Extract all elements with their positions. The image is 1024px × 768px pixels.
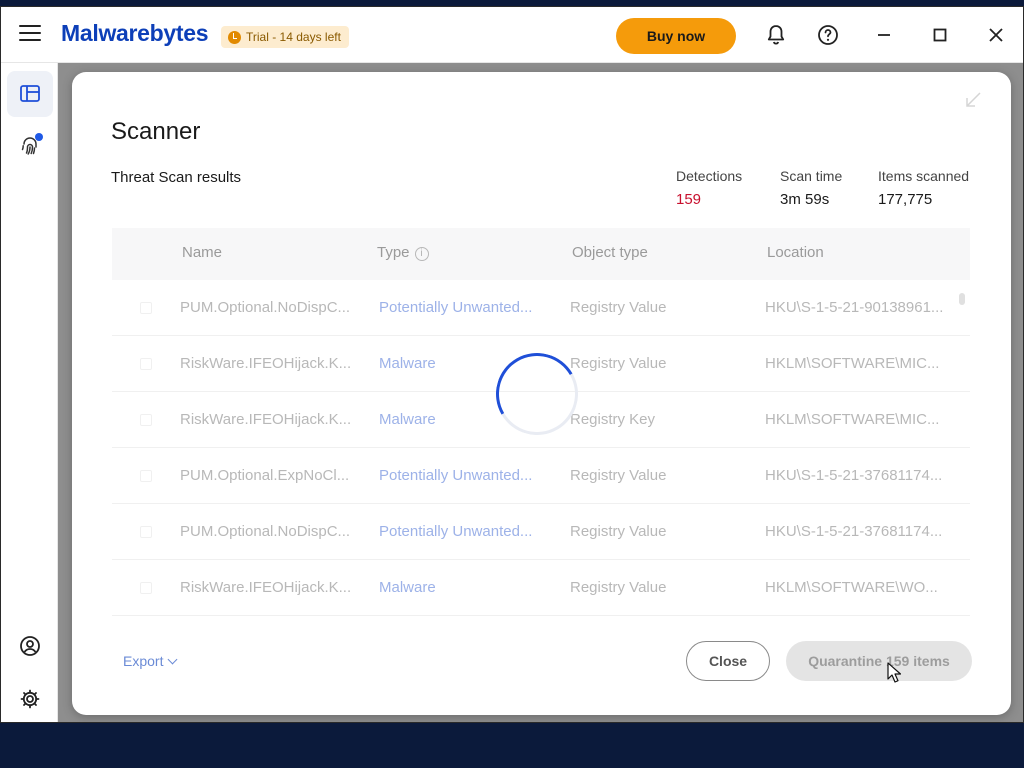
cell-location: HKLM\SOFTWARE\MIC... [765, 411, 940, 428]
cell-type: Malware [379, 411, 436, 428]
cell-object-type: Registry Value [570, 299, 667, 316]
column-type-label: Type [377, 244, 410, 261]
export-dropdown[interactable]: Export [123, 653, 178, 669]
column-type[interactable]: Type i [377, 244, 429, 261]
stat-items-scanned: Items scanned 177,775 [878, 168, 969, 208]
cell-name: RiskWare.IFEOHijack.K... [180, 355, 352, 372]
close-button[interactable]: Close [686, 641, 770, 681]
row-checkbox[interactable] [140, 414, 152, 426]
row-checkbox[interactable] [140, 470, 152, 482]
cell-name: PUM.Optional.ExpNoCl... [180, 467, 350, 484]
buy-now-button[interactable]: Buy now [616, 18, 736, 54]
maximize-icon[interactable] [928, 23, 952, 47]
info-icon[interactable]: i [414, 247, 429, 261]
export-label: Export [123, 653, 164, 669]
logo-text: Malwarebytes [61, 20, 209, 46]
trial-badge[interactable]: Trial - 14 days left [221, 26, 349, 48]
account-icon [20, 636, 40, 656]
cell-object-type: Registry Key [570, 411, 656, 428]
stat-scan-time-label: Scan time [780, 168, 843, 184]
cell-object-type: Registry Value [570, 523, 667, 540]
cell-location: HKU\S-1-5-21-90138961... [765, 299, 944, 316]
quarantine-button[interactable]: Quarantine 159 items [786, 641, 972, 681]
sidebar-item-settings[interactable] [7, 676, 53, 722]
cell-type: Potentially Unwanted... [379, 299, 533, 316]
table-row[interactable]: RiskWare.IFEOHijack.K... Malware Registry … [112, 560, 970, 616]
table-row[interactable]: PUM.Optional.NoDispC... Potentially Unwan… [112, 504, 970, 560]
menu-icon[interactable] [19, 25, 41, 43]
cell-type: Malware [379, 355, 436, 372]
mouse-cursor-icon [887, 662, 901, 683]
sidebar-item-detection[interactable] [7, 123, 53, 169]
sidebar [1, 63, 58, 722]
table-header: Name Type i Object type Location [112, 228, 970, 280]
stat-scan-time-value: 3m 59s [780, 191, 830, 208]
cell-name: RiskWare.IFEOHijack.K... [180, 411, 352, 428]
dialog-title: Scanner [111, 118, 201, 145]
table-row[interactable]: PUM.Optional.NoDispC... Potentially Unwan… [112, 280, 970, 336]
cell-object-type: Registry Value [570, 355, 667, 372]
bell-icon[interactable] [764, 23, 788, 47]
cell-name: PUM.Optional.NoDispC... [180, 523, 351, 540]
cell-type: Potentially Unwanted... [379, 467, 533, 484]
column-location[interactable]: Location [767, 244, 824, 261]
cell-type: Malware [379, 579, 436, 596]
table-body: PUM.Optional.NoDispC... Potentially Unwan… [112, 280, 970, 616]
cell-object-type: Registry Value [570, 467, 667, 484]
stat-items-scanned-value: 177,775 [878, 191, 933, 208]
gear-icon [20, 689, 40, 709]
cell-object-type: Registry Value [570, 579, 667, 596]
app-window: Malwarebytes Trial - 14 days left Buy no… [0, 6, 1024, 723]
table-scrollbar[interactable] [959, 293, 965, 305]
stat-detections: Detections 159 [676, 168, 742, 208]
cell-name: PUM.Optional.NoDispC... [180, 299, 351, 316]
title-bar: Malwarebytes Trial - 14 days left Buy no… [1, 7, 1023, 63]
sidebar-item-dashboard[interactable] [7, 71, 53, 117]
table-row[interactable]: PUM.Optional.ExpNoCl... Potentially Unwan… [112, 448, 970, 504]
dialog-subtitle: Threat Scan results [111, 169, 242, 186]
scanner-dialog: Scanner Threat Scan results Detections 1… [72, 72, 1011, 715]
column-name[interactable]: Name [182, 244, 222, 261]
cell-location: HKLM\SOFTWARE\WO... [765, 579, 938, 596]
stat-detections-value: 159 [676, 191, 702, 208]
cell-type: Potentially Unwanted... [379, 523, 533, 540]
minimize-icon[interactable] [872, 23, 896, 47]
sidebar-item-account[interactable] [7, 623, 53, 669]
cell-location: HKLM\SOFTWARE\MIC... [765, 355, 940, 372]
cell-location: HKU\S-1-5-21-37681174... [765, 467, 943, 484]
help-icon[interactable] [816, 23, 840, 47]
column-object-type[interactable]: Object type [572, 244, 648, 261]
dashboard-icon [20, 85, 40, 102]
row-checkbox[interactable] [140, 526, 152, 538]
row-checkbox[interactable] [140, 582, 152, 594]
clock-icon [228, 30, 241, 44]
stat-detections-label: Detections [676, 168, 743, 184]
close-icon[interactable] [984, 23, 1008, 47]
row-checkbox[interactable] [140, 302, 152, 314]
trial-badge-label: Trial - 14 days left [246, 30, 341, 44]
app-logo: Malwarebytes [61, 20, 209, 47]
row-checkbox[interactable] [140, 358, 152, 370]
notification-dot [35, 133, 43, 141]
collapse-icon[interactable] [963, 90, 983, 110]
stat-scan-time: Scan time 3m 59s [780, 168, 842, 208]
cell-location: HKU\S-1-5-21-37681174... [765, 523, 943, 540]
stat-items-scanned-label: Items scanned [878, 168, 970, 184]
cell-name: RiskWare.IFEOHijack.K... [180, 579, 352, 596]
chevron-down-icon [168, 654, 178, 665]
